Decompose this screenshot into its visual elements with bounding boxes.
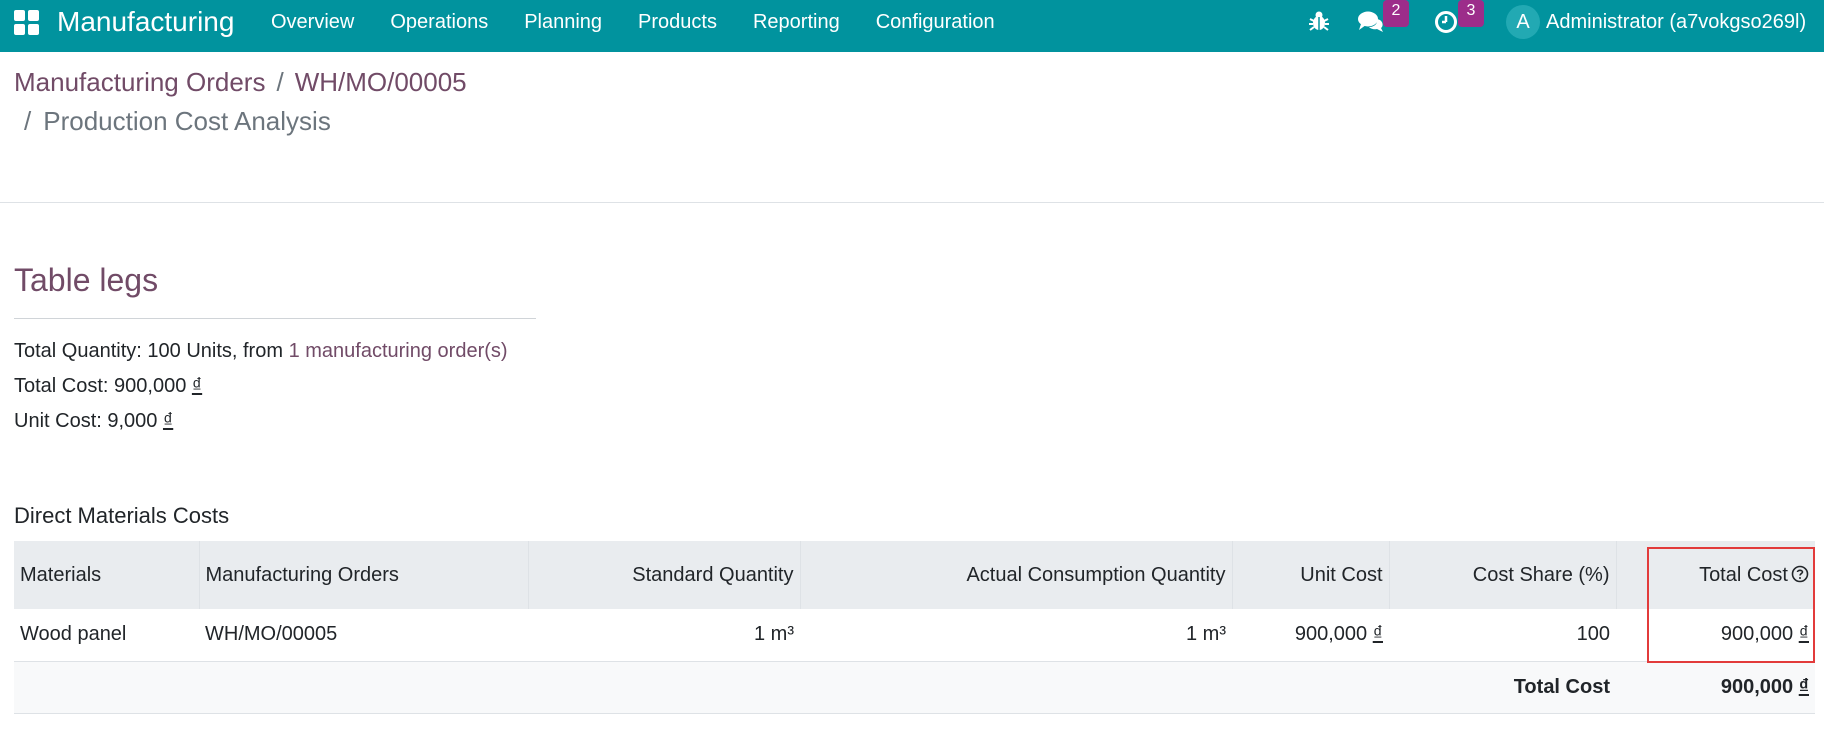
- empty-cell: [528, 661, 800, 714]
- apps-menu-icon[interactable]: [14, 10, 40, 36]
- currency-symbol: ₫: [1798, 675, 1809, 698]
- cell-cost-share: 100: [1389, 609, 1616, 662]
- messages-count-badge: 2: [1383, 0, 1409, 27]
- cell-manufacturing-order: WH/MO/00005: [199, 609, 528, 662]
- title-divider: [14, 318, 536, 319]
- column-header-materials[interactable]: Materials: [14, 541, 200, 609]
- cell-material: Wood panel: [14, 609, 199, 662]
- breadcrumb-current-line: / Production Cost Analysis: [24, 104, 331, 138]
- total-row-amount: 900,000: [1720, 675, 1799, 698]
- user-menu-name[interactable]: Administrator (a7vokgso269l): [1546, 9, 1806, 35]
- page-divider: [0, 202, 1824, 203]
- cell-unit-cost: 900,000 ₫: [1232, 609, 1389, 662]
- menu-planning[interactable]: Planning: [524, 11, 602, 34]
- empty-cell: [199, 661, 528, 714]
- menu-reporting[interactable]: Reporting: [753, 11, 840, 34]
- unit-cost-text: Unit Cost: 9,000: [14, 410, 163, 432]
- total-cost-line: Total Cost: 900,000 ₫: [14, 373, 202, 399]
- cell-actual-quantity: 1 m³: [800, 609, 1232, 662]
- menu-operations[interactable]: Operations: [390, 11, 488, 34]
- empty-cell: [14, 661, 199, 714]
- column-header-standard-quantity[interactable]: Standard Quantity: [528, 541, 801, 609]
- column-header-unit-cost[interactable]: Unit Cost: [1232, 541, 1390, 609]
- total-quantity-text: Total Quantity: 100 Units, from: [14, 340, 289, 362]
- column-header-actual-consumption[interactable]: Actual Consumption Quantity: [800, 541, 1233, 609]
- cell-standard-quantity: 1 m³: [528, 609, 800, 662]
- total-row-label: Total Cost: [1389, 661, 1616, 714]
- debug-bug-icon[interactable]: [1308, 10, 1330, 32]
- column-header-cost-share[interactable]: Cost Share (%): [1389, 541, 1617, 609]
- activities-count-badge: 3: [1458, 0, 1484, 27]
- breadcrumb: Manufacturing Orders / WH/MO/00005: [14, 65, 467, 99]
- user-avatar[interactable]: A: [1506, 5, 1540, 39]
- unit-cost-value: 900,000: [1294, 623, 1373, 646]
- app-name[interactable]: Manufacturing: [57, 6, 234, 38]
- empty-cell: [1232, 661, 1389, 714]
- menu-products[interactable]: Products: [638, 11, 717, 34]
- total-cost-text: Total Cost: 900,000: [14, 375, 192, 397]
- table-header-row: Materials Manufacturing Orders Standard …: [14, 541, 1815, 609]
- unit-cost-line: Unit Cost: 9,000 ₫: [14, 408, 173, 434]
- currency-symbol: ₫: [1372, 623, 1383, 646]
- breadcrumb-current: Production Cost Analysis: [43, 106, 331, 136]
- direct-materials-table: Materials Manufacturing Orders Standard …: [14, 541, 1815, 714]
- menu-configuration[interactable]: Configuration: [876, 11, 995, 34]
- currency-symbol: ₫: [162, 410, 174, 432]
- top-navbar: Manufacturing Overview Operations Planni…: [0, 0, 1824, 52]
- breadcrumb-order[interactable]: WH/MO/00005: [295, 67, 467, 97]
- total-quantity-line: Total Quantity: 100 Units, from 1 manufa…: [14, 338, 508, 364]
- table-total-row: Total Cost 900,000 ₫: [14, 661, 1815, 714]
- highlight-annotation-box: [1647, 547, 1815, 663]
- menu-overview[interactable]: Overview: [271, 11, 354, 34]
- column-header-manufacturing-orders[interactable]: Manufacturing Orders: [199, 541, 529, 609]
- total-row-value: 900,000 ₫: [1616, 661, 1815, 714]
- product-title: Table legs: [14, 262, 159, 298]
- table-row: Wood panel WH/MO/00005 1 m³ 1 m³ 900,000…: [14, 609, 1815, 662]
- breadcrumb-separator: /: [276, 67, 284, 97]
- breadcrumb-separator: /: [24, 106, 32, 136]
- main-menu: Overview Operations Planning Products Re…: [271, 0, 1031, 44]
- empty-cell: [800, 661, 1232, 714]
- breadcrumb-manufacturing-orders[interactable]: Manufacturing Orders: [14, 67, 265, 97]
- currency-symbol: ₫: [191, 375, 203, 397]
- manufacturing-orders-link[interactable]: 1 manufacturing order(s): [289, 340, 508, 362]
- section-title-direct-materials: Direct Materials Costs: [14, 503, 230, 528]
- activities-clock-icon[interactable]: [1434, 10, 1458, 34]
- messages-chat-icon[interactable]: [1357, 9, 1385, 33]
